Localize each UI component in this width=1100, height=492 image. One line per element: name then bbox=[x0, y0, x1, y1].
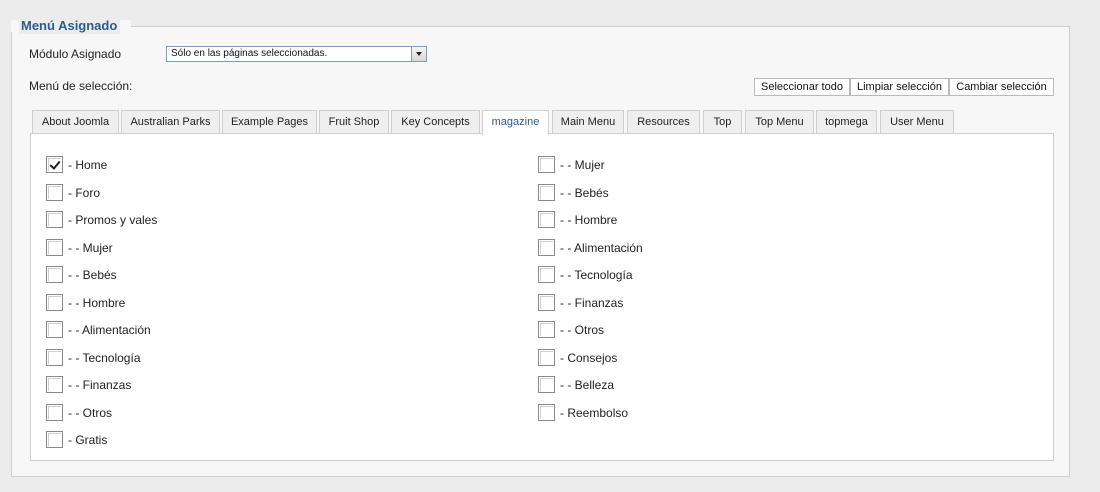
select-all-button[interactable]: Seleccionar todo bbox=[754, 78, 850, 96]
item-checkbox[interactable] bbox=[538, 266, 555, 283]
item-label: - Home bbox=[68, 157, 108, 172]
item-label: - - Tecnología bbox=[560, 267, 633, 282]
list-item[interactable]: - - Tecnología bbox=[46, 349, 141, 366]
item-label: - - Finanzas bbox=[560, 295, 624, 310]
list-item[interactable]: - Reembolso bbox=[538, 404, 628, 421]
tab-top-menu[interactable]: Top Menu bbox=[745, 110, 814, 134]
tab-main-menu[interactable]: Main Menu bbox=[552, 110, 624, 134]
list-item[interactable]: - - Tecnología bbox=[538, 266, 633, 283]
list-item[interactable]: - - Alimentación bbox=[538, 239, 643, 256]
item-checkbox[interactable] bbox=[46, 184, 63, 201]
menu-selection-label: Menú de selección: bbox=[29, 79, 133, 93]
item-label: - - Bebés bbox=[560, 185, 609, 200]
tab-fruit-shop[interactable]: Fruit Shop bbox=[319, 110, 389, 134]
clear-selection-button[interactable]: Limpiar selección bbox=[850, 78, 949, 96]
item-label: - Promos y vales bbox=[68, 212, 158, 227]
item-checkbox[interactable] bbox=[46, 321, 63, 338]
item-label: - Foro bbox=[68, 185, 101, 200]
tab-top[interactable]: Top bbox=[703, 110, 742, 134]
item-checkbox[interactable] bbox=[46, 294, 63, 311]
item-checkbox[interactable] bbox=[538, 376, 555, 393]
item-label: - Gratis bbox=[68, 432, 108, 447]
chevron-down-icon[interactable] bbox=[411, 47, 426, 61]
item-checkbox[interactable] bbox=[538, 294, 555, 311]
item-checkbox[interactable] bbox=[46, 349, 63, 366]
tab-magazine[interactable]: magazine bbox=[482, 110, 549, 135]
item-checkbox[interactable] bbox=[538, 321, 555, 338]
item-label: - - Tecnología bbox=[68, 350, 141, 365]
list-item[interactable]: - - Hombre bbox=[538, 211, 617, 228]
tab-topmega[interactable]: topmega bbox=[816, 110, 877, 134]
item-label: - - Finanzas bbox=[68, 377, 132, 392]
list-item[interactable]: - - Finanzas bbox=[46, 376, 131, 393]
menu-items-panel: - Home - Foro - Promos y vales - - Mujer… bbox=[30, 133, 1054, 461]
item-label: - Reembolso bbox=[560, 405, 629, 420]
item-checkbox[interactable] bbox=[46, 404, 63, 421]
list-item[interactable]: - - Alimentación bbox=[46, 321, 151, 338]
list-item[interactable]: - Foro bbox=[46, 184, 100, 201]
list-item[interactable]: - - Belleza bbox=[538, 376, 614, 393]
item-checkbox[interactable] bbox=[538, 211, 555, 228]
item-checkbox[interactable] bbox=[538, 184, 555, 201]
list-item[interactable]: - - Mujer bbox=[46, 239, 113, 256]
list-item[interactable]: - - Finanzas bbox=[538, 294, 623, 311]
item-checkbox[interactable] bbox=[538, 156, 555, 173]
item-label: - - Alimentación bbox=[560, 240, 643, 255]
item-label: - - Mujer bbox=[68, 240, 113, 255]
list-item[interactable]: - - Otros bbox=[46, 404, 112, 421]
list-item[interactable]: - Home bbox=[46, 156, 107, 173]
item-label: - - Hombre bbox=[560, 212, 618, 227]
item-checkbox[interactable] bbox=[538, 239, 555, 256]
list-item[interactable]: - - Otros bbox=[538, 321, 604, 338]
item-label: - Consejos bbox=[560, 350, 618, 365]
item-checkbox[interactable] bbox=[46, 156, 63, 173]
list-item[interactable]: - Gratis bbox=[46, 431, 107, 448]
tab-resources[interactable]: Resources bbox=[627, 110, 700, 134]
item-checkbox[interactable] bbox=[46, 211, 63, 228]
item-checkbox[interactable] bbox=[538, 349, 555, 366]
item-label: - - Alimentación bbox=[68, 322, 151, 337]
tab-about-joomla[interactable]: About Joomla bbox=[32, 110, 119, 134]
item-label: - - Hombre bbox=[68, 295, 126, 310]
item-checkbox[interactable] bbox=[46, 266, 63, 283]
item-label: - - Bebés bbox=[68, 267, 117, 282]
toggle-selection-button[interactable]: Cambiar selección bbox=[949, 78, 1054, 96]
fieldset-legend: Menú Asignado bbox=[19, 18, 121, 34]
tab-user-menu[interactable]: User Menu bbox=[880, 110, 954, 134]
list-item[interactable]: - - Mujer bbox=[538, 156, 605, 173]
item-label: - - Otros bbox=[560, 322, 604, 337]
item-label: - - Otros bbox=[68, 405, 112, 420]
tab-australian-parks[interactable]: Australian Parks bbox=[121, 110, 220, 134]
item-checkbox[interactable] bbox=[46, 239, 63, 256]
item-label: - - Belleza bbox=[560, 377, 615, 392]
tab-example-pages[interactable]: Example Pages bbox=[222, 110, 317, 134]
list-item[interactable]: - - Bebés bbox=[46, 266, 117, 283]
tab-key-concepts[interactable]: Key Concepts bbox=[391, 110, 480, 134]
list-item[interactable]: - Promos y vales bbox=[46, 211, 157, 228]
list-item[interactable]: - - Hombre bbox=[46, 294, 125, 311]
module-assignment-select[interactable]: Sólo en las páginas seleccionadas. bbox=[166, 46, 427, 62]
item-checkbox[interactable] bbox=[46, 431, 63, 448]
module-assigned-label: Módulo Asignado bbox=[29, 47, 122, 61]
item-checkbox[interactable] bbox=[46, 376, 63, 393]
item-checkbox[interactable] bbox=[538, 404, 555, 421]
module-assignment-selected-value: Sólo en las páginas seleccionadas. bbox=[171, 48, 328, 59]
item-label: - - Mujer bbox=[560, 157, 605, 172]
list-item[interactable]: - - Bebés bbox=[538, 184, 609, 201]
list-item[interactable]: - Consejos bbox=[538, 349, 617, 366]
